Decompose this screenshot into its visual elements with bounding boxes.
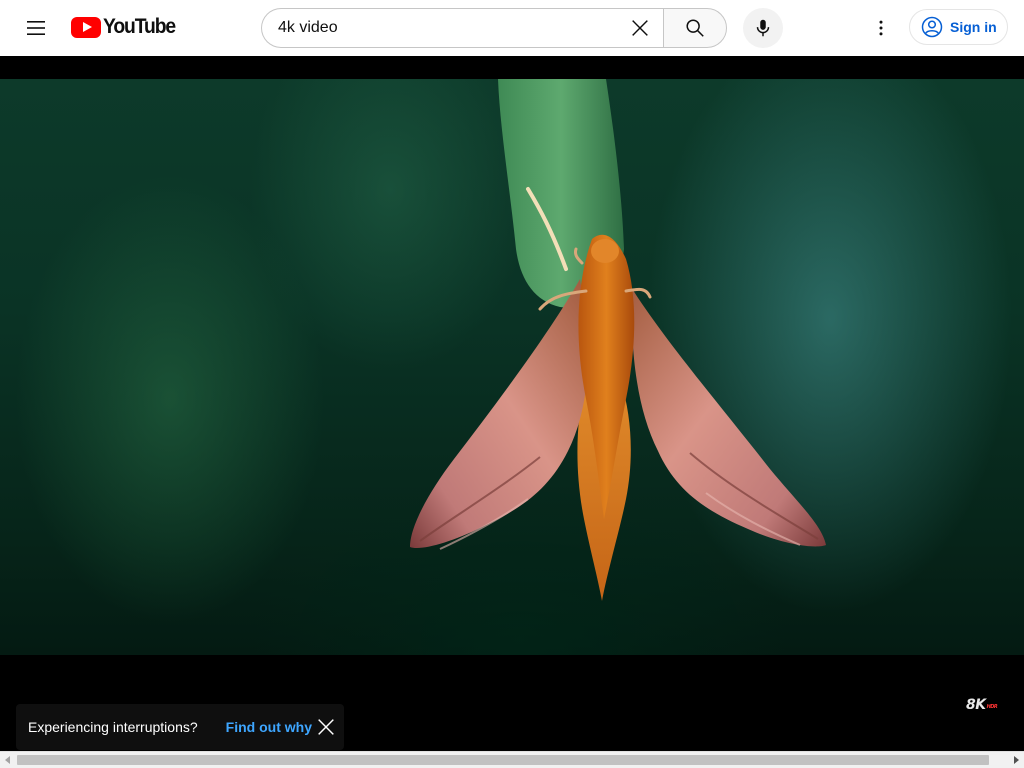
horizontal-scrollbar[interactable] xyxy=(0,751,1024,768)
scrollbar-thumb[interactable] xyxy=(17,755,989,765)
youtube-play-icon xyxy=(71,16,101,38)
channel-watermark[interactable]: 8KHDR xyxy=(966,697,998,713)
sign-in-label: Sign in xyxy=(950,19,997,35)
youtube-logo[interactable]: YouTube xyxy=(71,15,181,39)
scroll-left-button[interactable] xyxy=(0,752,16,768)
scroll-right-button[interactable] xyxy=(1008,752,1024,768)
settings-menu-button[interactable] xyxy=(861,8,901,48)
arrow-left-icon xyxy=(5,756,10,764)
video-player[interactable]: 8KHDR xyxy=(0,56,1024,751)
watermark-text: 8K xyxy=(966,697,986,713)
logo-wordmark: YouTube xyxy=(103,15,176,38)
account-circle-icon xyxy=(921,16,943,38)
search-box xyxy=(261,8,664,48)
find-out-why-link[interactable]: Find out why xyxy=(226,719,312,735)
sign-in-button[interactable]: Sign in xyxy=(909,9,1008,45)
voice-search-button[interactable] xyxy=(743,8,783,48)
close-icon xyxy=(318,719,334,735)
close-icon xyxy=(632,20,648,36)
masthead: YouTube 4k video Sign in xyxy=(0,0,1024,56)
video-frame[interactable] xyxy=(0,79,1024,655)
arrow-right-icon xyxy=(1014,756,1019,764)
watermark-badge: HDR xyxy=(986,704,998,710)
menu-icon xyxy=(27,21,45,35)
microphone-icon xyxy=(756,19,770,37)
search-button[interactable] xyxy=(663,8,727,48)
video-content-moth xyxy=(410,79,826,601)
toast-message: Experiencing interruptions? xyxy=(28,719,198,735)
search-icon xyxy=(686,19,704,37)
guide-menu-button[interactable] xyxy=(16,8,56,48)
more-vertical-icon xyxy=(879,20,883,36)
search-input[interactable] xyxy=(278,19,618,37)
toast-close-button[interactable] xyxy=(310,711,342,743)
interruption-toast: Experiencing interruptions? Find out why xyxy=(16,704,344,750)
clear-search-button[interactable] xyxy=(620,9,660,47)
